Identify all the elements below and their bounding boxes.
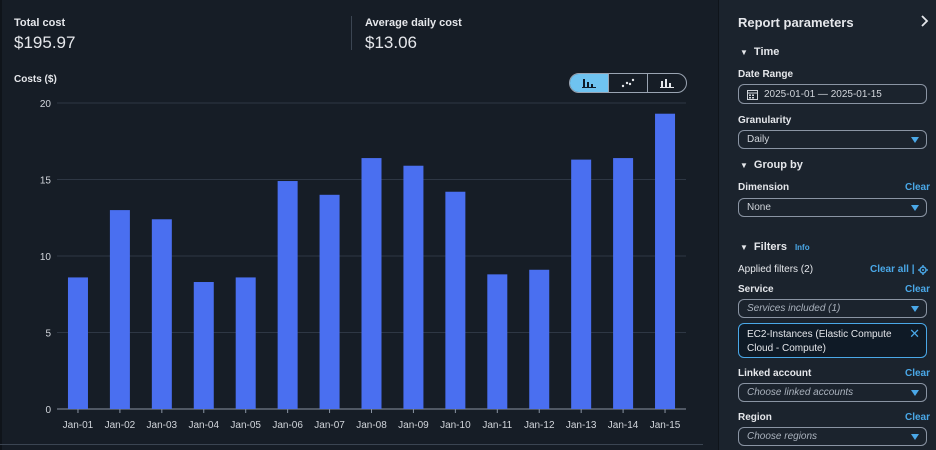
bar-jan-11[interactable] [487, 274, 508, 409]
y-tick-label: 20 [40, 99, 52, 110]
caret-down-icon [911, 434, 919, 440]
x-tick-label: Jan-13 [566, 420, 597, 431]
dimension-clear-link[interactable]: Clear [905, 182, 930, 193]
caret-down-icon [911, 205, 919, 211]
y-tick-label: 0 [45, 405, 51, 416]
linked-account-label: Linked account [738, 368, 812, 379]
granularity-label: Granularity [738, 115, 792, 126]
x-tick-label: Jan-05 [230, 420, 261, 431]
x-tick-label: Jan-03 [147, 420, 178, 431]
service-label: Service [738, 284, 774, 295]
service-filter-token: EC2-Instances (Elastic Compute Cloud - C… [738, 323, 927, 358]
close-icon[interactable]: ✕ [909, 327, 920, 341]
date-range-field[interactable]: 2025-01-01 — 2025-01-15 [738, 84, 927, 104]
clear-all-filters: Clear all | [870, 264, 928, 275]
date-range-label: Date Range [738, 69, 794, 80]
caret-down-icon [911, 306, 919, 312]
x-tick-label: Jan-08 [356, 420, 387, 431]
y-tick-label: 5 [45, 329, 51, 340]
region-clear-link[interactable]: Clear [905, 412, 930, 423]
bar-jan-13[interactable] [571, 159, 592, 409]
caret-down-icon [911, 390, 919, 396]
bar-jan-06[interactable] [277, 181, 298, 409]
linked-account-clear-link[interactable]: Clear [905, 368, 930, 379]
x-tick-label: Jan-02 [105, 420, 136, 431]
bar-jan-09[interactable] [403, 165, 424, 409]
x-tick-label: Jan-11 [482, 420, 512, 431]
bar-jan-01[interactable] [67, 277, 88, 409]
linked-account-select[interactable]: Choose linked accounts [738, 383, 927, 402]
y-tick-label: 10 [40, 252, 52, 263]
x-tick-label: Jan-15 [650, 420, 681, 431]
caret-down-icon: ▼ [740, 160, 748, 170]
group-by-section-toggle[interactable]: ▼ Group by [740, 159, 803, 171]
gear-icon[interactable] [917, 264, 928, 275]
service-token-label: EC2-Instances (Elastic Compute Cloud - C… [747, 329, 892, 354]
bar-jan-05[interactable] [235, 277, 256, 409]
time-section-title: Time [753, 46, 780, 58]
linked-account-placeholder: Choose linked accounts [747, 387, 854, 398]
region-label: Region [738, 412, 772, 423]
filters-info-link[interactable]: Info [795, 243, 810, 252]
region-select[interactable]: Choose regions [738, 427, 927, 446]
applied-filters-count: Applied filters (2) [738, 264, 814, 275]
dimension-value: None [747, 202, 771, 213]
caret-down-icon: ▼ [740, 47, 748, 57]
cost-explorer-main: Total cost $195.97 Average daily cost $1… [0, 0, 703, 450]
report-parameters-panel: Report parameters ▼ Time Date Range 2025… [718, 0, 936, 450]
daily-cost-bar-chart: Costs ($) 0 5 10 15 20 Jan-01 Jan-02 Jan-03 Jan… [14, 74, 686, 431]
x-tick-label: Jan-04 [188, 420, 219, 431]
chevron-right-icon[interactable] [919, 14, 929, 28]
x-tick-label: Jan-06 [272, 420, 303, 431]
panel-title: Report parameters [738, 15, 854, 30]
x-tick-label: Jan-01 [63, 420, 94, 431]
clear-all-link[interactable]: Clear all | [870, 264, 915, 275]
x-tick-label: Jan-12 [524, 420, 555, 431]
service-select-value: Services included (1) [747, 303, 841, 314]
bar-jan-10[interactable] [445, 191, 466, 409]
x-tick-label: Jan-10 [440, 420, 471, 431]
x-tick-label: Jan-07 [314, 420, 345, 431]
bar-jan-03[interactable] [151, 219, 172, 409]
filters-section-toggle[interactable]: ▼ Filters Info [740, 241, 810, 253]
bar-jan-15[interactable] [655, 113, 676, 410]
bar-jan-08[interactable] [361, 158, 382, 409]
service-clear-link[interactable]: Clear [905, 284, 930, 295]
x-tick-label: Jan-14 [608, 420, 639, 431]
dimension-select[interactable]: None [738, 198, 927, 217]
granularity-select[interactable]: Daily [738, 130, 927, 149]
bar-jan-07[interactable] [319, 194, 340, 409]
calendar-icon [747, 89, 758, 100]
bar-jan-12[interactable] [529, 269, 550, 409]
dimension-label: Dimension [738, 182, 790, 193]
y-tick-label: 15 [40, 176, 52, 187]
caret-down-icon [911, 137, 919, 143]
bar-jan-04[interactable] [193, 282, 214, 409]
y-axis-label: Costs ($) [14, 74, 57, 85]
time-section-toggle[interactable]: ▼ Time [740, 46, 779, 58]
date-range-value: 2025-01-01 — 2025-01-15 [764, 88, 882, 100]
region-placeholder: Choose regions [747, 431, 818, 442]
bar-jan-14[interactable] [613, 158, 634, 409]
service-select[interactable]: Services included (1) [738, 299, 927, 318]
group-by-section-title: Group by [753, 159, 803, 171]
x-tick-label: Jan-09 [398, 420, 429, 431]
bottom-divider [0, 444, 703, 445]
filters-section-title: Filters [753, 241, 787, 253]
caret-down-icon: ▼ [740, 242, 748, 252]
granularity-value: Daily [747, 134, 770, 145]
bar-jan-02[interactable] [109, 210, 130, 409]
